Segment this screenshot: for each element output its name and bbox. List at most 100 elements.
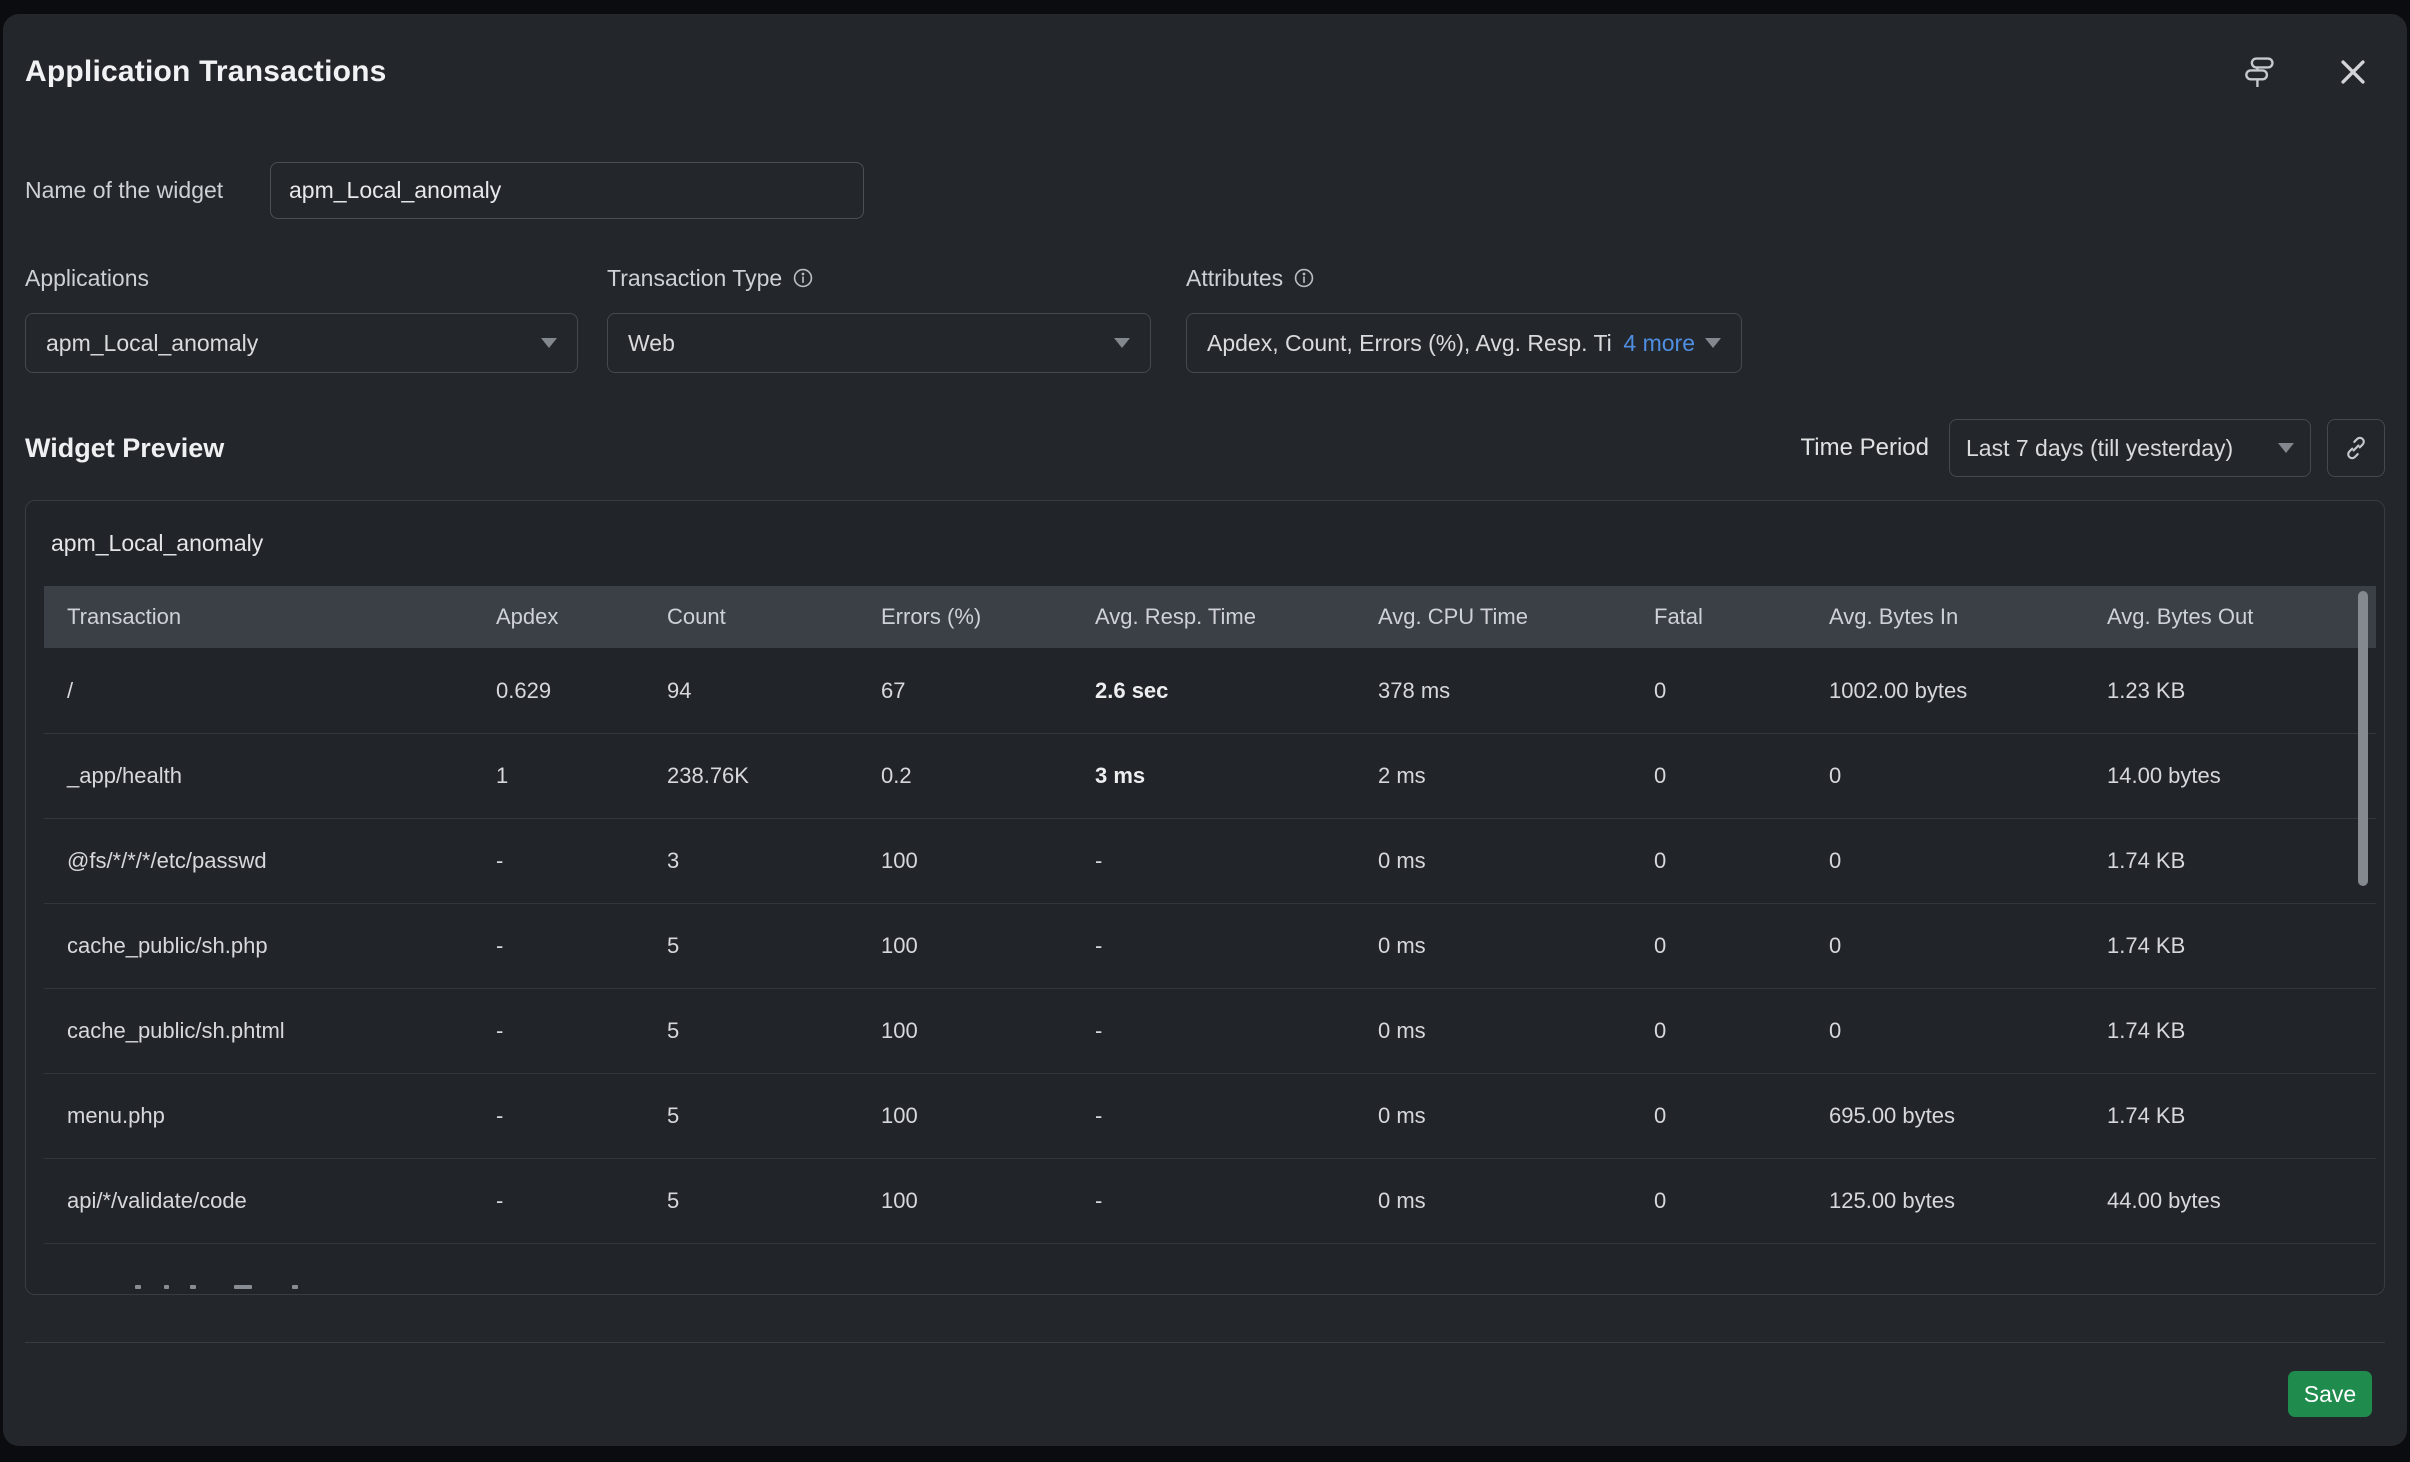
cell: cache_public/sh.php xyxy=(44,904,473,988)
scrollbar-thumb[interactable] xyxy=(2358,591,2368,886)
cell: 695.00 bytes xyxy=(1806,1074,2084,1158)
cell: 5 xyxy=(644,904,858,988)
cell: - xyxy=(1072,1159,1355,1243)
link-icon[interactable] xyxy=(2327,419,2385,477)
column-header: Fatal xyxy=(1631,586,1806,648)
transaction-type-label: Transaction Type xyxy=(607,265,782,292)
column-header: Avg. Resp. Time xyxy=(1072,586,1355,648)
cell: 1002.00 bytes xyxy=(1806,648,2084,733)
cell: 0 xyxy=(1631,904,1806,988)
close-icon[interactable] xyxy=(2333,52,2373,92)
cell: 3 ms xyxy=(1072,734,1355,818)
cell: - xyxy=(473,989,644,1073)
cell: 5 xyxy=(644,989,858,1073)
cell: 94 xyxy=(644,648,858,733)
cell: 1.23 KB xyxy=(2084,648,2376,733)
cell: 44.00 bytes xyxy=(2084,1159,2376,1243)
dialog-title: Application Transactions xyxy=(25,55,387,89)
cell: 0 ms xyxy=(1355,989,1631,1073)
applications-value: apm_Local_anomaly xyxy=(46,330,258,357)
cell: - xyxy=(473,1074,644,1158)
column-header: Count xyxy=(644,586,858,648)
cell: 238.76K xyxy=(644,734,858,818)
table-row[interactable]: menu.php-5100-0 ms0695.00 bytes1.74 KB xyxy=(44,1073,2376,1158)
widget-preview-panel: apm_Local_anomaly TransactionApdexCountE… xyxy=(25,500,2385,1295)
table-scrollbar[interactable] xyxy=(2358,586,2368,1288)
column-header: Avg. Bytes Out xyxy=(2084,586,2376,648)
table-body: /0.62994672.6 sec378 ms01002.00 bytes1.2… xyxy=(26,648,2384,1243)
cell: 0.629 xyxy=(473,648,644,733)
cell: 0 xyxy=(1806,989,2084,1073)
cell: 0 xyxy=(1806,904,2084,988)
cell: - xyxy=(473,1159,644,1243)
cell: 0 xyxy=(1631,989,1806,1073)
attributes-dropdown[interactable]: Apdex, Count, Errors (%), Avg. Resp. Ti.… xyxy=(1186,313,1742,373)
cell: 100 xyxy=(858,1159,1072,1243)
clipped-row[interactable] xyxy=(44,1243,2376,1293)
dialog-footer: Save xyxy=(3,1343,2407,1445)
table-row[interactable]: @fs/*/*/*/etc/passwd-3100-0 ms001.74 KB xyxy=(44,818,2376,903)
cell: 14.00 bytes xyxy=(2084,734,2376,818)
cell: 0 ms xyxy=(1355,1159,1631,1243)
cell: api/*/validate/code xyxy=(44,1159,473,1243)
cell: 0 xyxy=(1631,1159,1806,1243)
applications-label: Applications xyxy=(25,265,578,291)
preview-widget-name: apm_Local_anomaly xyxy=(26,501,2384,586)
table-row[interactable]: /0.62994672.6 sec378 ms01002.00 bytes1.2… xyxy=(44,648,2376,733)
cell: 378 ms xyxy=(1355,648,1631,733)
signpost-icon[interactable] xyxy=(2239,52,2279,92)
time-period-value: Last 7 days (till yesterday) xyxy=(1966,435,2233,462)
cell: - xyxy=(1072,904,1355,988)
dialog-header: Application Transactions xyxy=(3,14,2407,130)
chevron-down-icon xyxy=(1114,338,1130,348)
column-header: Errors (%) xyxy=(858,586,1072,648)
cell: - xyxy=(1072,819,1355,903)
cell: 0 ms xyxy=(1355,1074,1631,1158)
application-transactions-dialog: Application Transactions Name of the xyxy=(3,14,2407,1446)
cell: 0 xyxy=(1631,648,1806,733)
cell: 1.74 KB xyxy=(2084,989,2376,1073)
chevron-down-icon xyxy=(541,338,557,348)
cell: 125.00 bytes xyxy=(1806,1159,2084,1243)
cell: 1 xyxy=(473,734,644,818)
cell: _app/health xyxy=(44,734,473,818)
cell: 100 xyxy=(858,1074,1072,1158)
cell: 1.74 KB xyxy=(2084,904,2376,988)
cell: 2 ms xyxy=(1355,734,1631,818)
cell: 100 xyxy=(858,904,1072,988)
widget-preview-title: Widget Preview xyxy=(25,433,224,464)
save-button[interactable]: Save xyxy=(2288,1371,2372,1417)
table-row[interactable]: api/*/validate/code-5100-0 ms0125.00 byt… xyxy=(44,1158,2376,1243)
column-header: Avg. Bytes In xyxy=(1806,586,2084,648)
transaction-type-dropdown[interactable]: Web xyxy=(607,313,1151,373)
cell: 67 xyxy=(858,648,1072,733)
cell: @fs/*/*/*/etc/passwd xyxy=(44,819,473,903)
cell: 0.2 xyxy=(858,734,1072,818)
table-row[interactable]: cache_public/sh.phtml-5100-0 ms001.74 KB xyxy=(44,988,2376,1073)
applications-dropdown[interactable]: apm_Local_anomaly xyxy=(25,313,578,373)
cell: 0 xyxy=(1631,734,1806,818)
attributes-value: Apdex, Count, Errors (%), Avg. Resp. Ti.… xyxy=(1207,330,1611,357)
widget-name-input[interactable] xyxy=(270,162,864,219)
attributes-more-link[interactable]: 4 more xyxy=(1623,330,1695,357)
chevron-down-icon xyxy=(1705,338,1721,348)
cell: 3 xyxy=(644,819,858,903)
table-row[interactable]: cache_public/sh.php-5100-0 ms001.74 KB xyxy=(44,903,2376,988)
info-icon xyxy=(792,267,814,289)
table-row[interactable]: _app/health1238.76K0.23 ms2 ms0014.00 by… xyxy=(44,733,2376,818)
cell: 0 ms xyxy=(1355,819,1631,903)
time-period-dropdown[interactable]: Last 7 days (till yesterday) xyxy=(1949,419,2311,477)
column-header: Transaction xyxy=(44,586,473,648)
cell: 0 xyxy=(1631,1074,1806,1158)
cell: 5 xyxy=(644,1074,858,1158)
cell: - xyxy=(1072,989,1355,1073)
attributes-label: Attributes xyxy=(1186,265,1283,292)
table-header-row: TransactionApdexCountErrors (%)Avg. Resp… xyxy=(44,586,2376,648)
cell: 0 xyxy=(1806,819,2084,903)
cell: 5 xyxy=(644,1159,858,1243)
cell: 1.74 KB xyxy=(2084,1074,2376,1158)
time-period-label: Time Period xyxy=(1801,434,1929,462)
cell: 0 xyxy=(1806,734,2084,818)
cell: 1.74 KB xyxy=(2084,819,2376,903)
cell: menu.php xyxy=(44,1074,473,1158)
